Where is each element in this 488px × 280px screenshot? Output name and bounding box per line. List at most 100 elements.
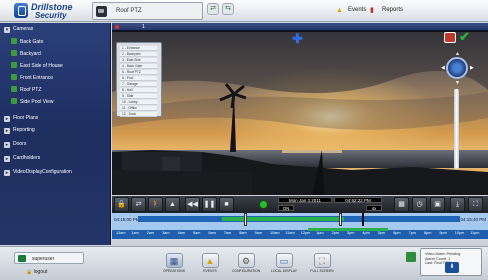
- range-start-handle[interactable]: [244, 213, 247, 226]
- top-bar: Drillstone Security Roof PTZ ⇄ ⇆ ▲ Events…: [0, 0, 488, 22]
- speed-left[interactable]: ON: [278, 205, 294, 211]
- sidebar-item-backyard[interactable]: Backyard: [11, 50, 41, 58]
- camera-folder-icon: ▾: [4, 27, 10, 33]
- speed-right[interactable]: 4x: [366, 205, 382, 211]
- sidebar-item-reporting[interactable]: ▸ Reporting: [4, 127, 35, 135]
- timeline-tick: 4pm: [362, 231, 370, 235]
- sidebar-item-label: Front Entrance: [20, 75, 54, 81]
- timeline-hour-scale[interactable]: 12am 1am 2am 3am 4am 5am 6am 7am 8am 9am 10am 11am 1…: [112, 228, 488, 239]
- sunset-scene-image: [112, 32, 488, 195]
- clock-icon[interactable]: ◷: [412, 197, 427, 212]
- list-item[interactable]: 4 - Back Gate: [120, 64, 157, 69]
- events-button[interactable]: ▲ EVENTS: [196, 253, 224, 279]
- user-icon: [18, 255, 26, 262]
- list-item[interactable]: 3 - East Side: [120, 58, 157, 63]
- check-icon[interactable]: ✔: [459, 30, 472, 43]
- pan-right-icon[interactable]: ▶: [470, 66, 474, 71]
- list-item[interactable]: 12 - Dock: [120, 112, 157, 117]
- reports-link[interactable]: ▮ Reports: [370, 7, 403, 15]
- sidebar-item-back-gate[interactable]: Back Gate: [11, 38, 43, 46]
- operations-button[interactable]: ▦ OPERATIONS: [160, 253, 188, 279]
- sidebar-item-floor-plans[interactable]: ▸ Floor Plans: [4, 115, 38, 123]
- timeline-tick: 3am: [162, 231, 170, 235]
- timeline[interactable]: 04:15:00 PM 04:15:40 PM: [112, 213, 488, 230]
- alert-icon[interactable]: ▲: [165, 197, 180, 212]
- list-item[interactable]: 8 - Hall: [120, 88, 157, 93]
- list-item[interactable]: 1 - Entrance: [120, 46, 157, 51]
- rewind-button[interactable]: ◀◀: [185, 197, 200, 212]
- lock-icon[interactable]: 🔒: [114, 197, 129, 212]
- export-icon[interactable]: ⤓: [450, 197, 465, 212]
- playhead[interactable]: [362, 213, 364, 226]
- list-item[interactable]: 9 - Side: [120, 94, 157, 99]
- record-indicator[interactable]: [259, 200, 268, 209]
- timeline-tick: 2pm: [331, 231, 339, 235]
- display-icon: ▸: [4, 170, 10, 176]
- stop-button[interactable]: ■: [219, 197, 234, 212]
- calendar-icon[interactable]: ▦: [394, 197, 409, 212]
- logout-link[interactable]: 🔒 logout: [26, 269, 47, 275]
- ptz-joystick[interactable]: [446, 57, 468, 79]
- pause-button[interactable]: ❚❚: [202, 197, 217, 212]
- user-badge[interactable]: superuser: [14, 252, 84, 264]
- list-item[interactable]: 11 - Office: [120, 106, 157, 111]
- range-end-handle[interactable]: [339, 213, 342, 226]
- timeline-tick: 12pm: [300, 231, 311, 235]
- sidebar-item-label: Reporting: [13, 127, 35, 133]
- sidebar-item-side-pool-view[interactable]: Side Pool View: [11, 98, 54, 106]
- sidebar-item-label: Doors: [13, 141, 27, 147]
- events-link[interactable]: ▲ Events: [336, 7, 366, 15]
- timeline-tick: 10am: [270, 231, 280, 235]
- sidebar-item-roof-ptz[interactable]: Roof PTZ: [11, 86, 41, 94]
- configuration-button[interactable]: ⚙ CONFIGURATION: [232, 253, 260, 279]
- fullscreen-icon: ⛶: [313, 253, 331, 268]
- timeline-tick: 7am: [223, 231, 232, 235]
- camera-list-overlay[interactable]: 1 - Entrance 2 - Backyard 3 - East Side …: [116, 42, 162, 117]
- sidebar-item-east-side[interactable]: East Side of House: [11, 62, 63, 70]
- sidebar-item-doors[interactable]: ▸ Doors: [4, 141, 26, 149]
- list-item[interactable]: 7 - Garage: [120, 82, 157, 87]
- timeline-tick: 3pm: [347, 231, 355, 235]
- sidebar-item-cardholders[interactable]: ▸ Cardholders: [4, 155, 40, 163]
- zoom-slider[interactable]: [454, 89, 459, 169]
- list-item[interactable]: 5 - Roof PTZ: [120, 70, 157, 75]
- local-display-button[interactable]: ▭ LOCAL DISPLAY: [270, 253, 298, 279]
- motion-icon[interactable]: ⇄: [131, 197, 146, 212]
- sidebar-item-cameras[interactable]: ▾ Cameras: [4, 26, 33, 34]
- preset-icon[interactable]: [444, 32, 456, 43]
- cardholder-icon: ▸: [4, 156, 10, 162]
- logo-text-line2: Security: [35, 11, 67, 20]
- timeline-tick: 1pm: [316, 231, 324, 235]
- full-screen-button[interactable]: ⛶ FULL SCREEN: [308, 253, 336, 279]
- crosshair-icon[interactable]: ✚: [292, 32, 304, 45]
- sidebar-item-label: Roof PTZ: [20, 87, 42, 93]
- alarm-download-icon[interactable]: ⬇: [445, 262, 459, 273]
- sidebar-item-video-display-config[interactable]: ▸ VideoDisplayConfiguration: [4, 169, 72, 177]
- pan-up-icon[interactable]: ▲: [455, 52, 460, 57]
- tab-roof-ptz[interactable]: Roof PTZ: [92, 2, 203, 20]
- alarm-panel[interactable]: Video Alarm Pending Alarm Count: 1 Last: R…: [420, 248, 482, 276]
- list-item[interactable]: 2 - Backyard: [120, 52, 157, 57]
- sidebar-item-label: Side Pool View: [20, 99, 54, 105]
- timeline-tick: 6pm: [393, 231, 401, 235]
- sidebar-item-label: VideoDisplayConfiguration: [13, 169, 72, 175]
- list-item[interactable]: 6 - Pool: [120, 76, 157, 81]
- walk-icon[interactable]: 🚶: [148, 197, 163, 212]
- operations-label: OPERATIONS: [163, 269, 185, 273]
- timeline-tick: 6am: [208, 231, 216, 235]
- sidebar-item-front-entrance[interactable]: Front Entrance: [11, 74, 53, 82]
- playback-controls: 🔒 ⇄ 🚶 ▲ ◀◀ ❚❚ ■ Mon Jan 3 2011 04:52:22 …: [112, 196, 488, 213]
- list-item[interactable]: 10 - Lobby: [120, 100, 157, 105]
- alarm-line2: Alarm Count: 1: [425, 256, 451, 261]
- camera-feed[interactable]: [112, 32, 488, 195]
- lock-icon: 🔒: [26, 269, 34, 275]
- video-panel[interactable]: 1 1 - Entrance 2 - Backyard 3 - East Sid…: [112, 23, 488, 195]
- pan-down-icon[interactable]: ▼: [455, 81, 460, 86]
- fullscreen-icon[interactable]: ⛶: [468, 197, 483, 212]
- tab-options-button[interactable]: ⇆: [222, 3, 234, 15]
- add-tab-button[interactable]: ⇄: [207, 3, 219, 15]
- pan-left-icon[interactable]: ◀: [441, 66, 445, 71]
- save-icon[interactable]: ▣: [430, 197, 445, 212]
- close-icon[interactable]: [115, 25, 119, 29]
- camera-status-icon: [406, 252, 416, 262]
